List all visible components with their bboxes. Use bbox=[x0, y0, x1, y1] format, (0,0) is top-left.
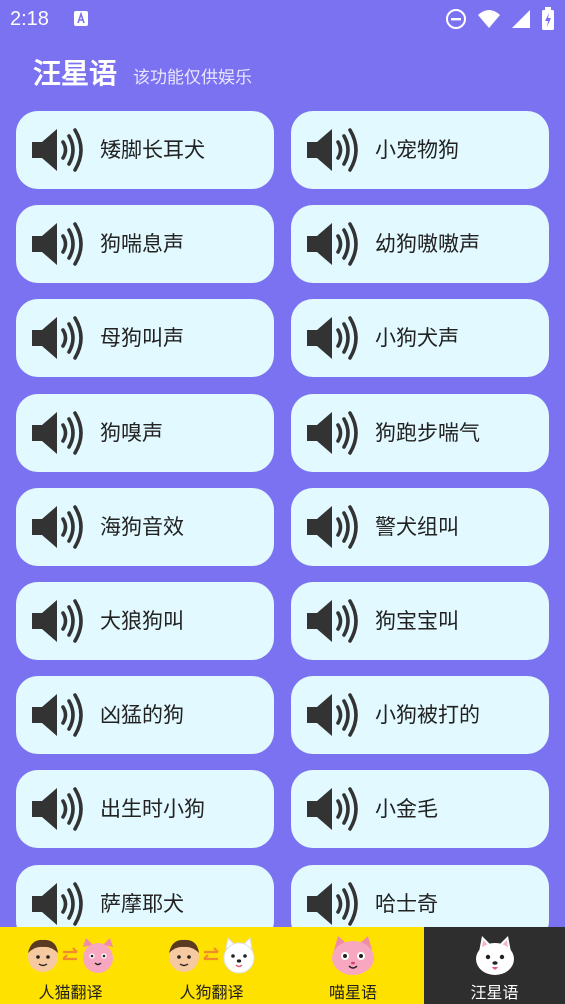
sound-card[interactable]: 小狗犬声 bbox=[291, 299, 549, 377]
speaker-icon bbox=[32, 222, 83, 266]
speaker-icon bbox=[32, 411, 83, 455]
speaker-icon bbox=[307, 787, 358, 831]
nav-human-dog-translate[interactable]: 人狗翻译 bbox=[141, 927, 282, 1004]
human-to-dog-icon bbox=[164, 933, 260, 977]
sound-card-label: 大狼狗叫 bbox=[100, 609, 184, 633]
speaker-icon bbox=[32, 787, 83, 831]
sound-grid: 矮脚长耳犬 小宠物狗狗喘息声 幼狗嗷嗷声母狗叫声 小狗犬声狗嗅声 狗跑步喘气海狗音效 警犬… bbox=[0, 0, 565, 927]
sound-card-label: 出生时小狗 bbox=[100, 797, 205, 821]
sound-card[interactable]: 狗宝宝叫 bbox=[291, 582, 549, 660]
nav-dog-language[interactable]: 汪星语 bbox=[424, 927, 565, 1004]
sound-card-label: 狗跑步喘气 bbox=[375, 421, 480, 445]
speaker-icon bbox=[307, 693, 358, 737]
sound-card-label: 母狗叫声 bbox=[100, 326, 184, 350]
sound-card-label: 矮脚长耳犬 bbox=[100, 138, 205, 162]
speaker-icon bbox=[32, 882, 83, 926]
speaker-icon bbox=[307, 882, 358, 926]
sound-card[interactable]: 海狗音效 bbox=[16, 488, 274, 566]
speaker-icon bbox=[307, 411, 358, 455]
sound-card-label: 凶猛的狗 bbox=[100, 703, 184, 727]
sound-card[interactable]: 哈士奇 bbox=[291, 865, 549, 927]
speaker-icon bbox=[32, 128, 83, 172]
speaker-icon bbox=[307, 599, 358, 643]
bottom-nav: 人猫翻译 人狗翻译 喵星语 汪星语 bbox=[0, 927, 565, 1004]
nav-label: 喵星语 bbox=[328, 983, 377, 1002]
sound-card[interactable]: 小狗被打的 bbox=[291, 676, 549, 754]
sound-card[interactable]: 小宠物狗 bbox=[291, 111, 549, 189]
cat-face-icon bbox=[329, 933, 377, 977]
sound-card-label: 萨摩耶犬 bbox=[100, 892, 184, 916]
sound-card-label: 哈士奇 bbox=[375, 892, 438, 916]
speaker-icon bbox=[32, 693, 83, 737]
dog-face-icon bbox=[473, 933, 517, 977]
sound-card-label: 小宠物狗 bbox=[375, 138, 459, 162]
sound-card[interactable]: 母狗叫声 bbox=[16, 299, 274, 377]
sound-card-label: 狗嗅声 bbox=[100, 421, 163, 445]
speaker-icon bbox=[307, 505, 358, 549]
sound-card-label: 小狗犬声 bbox=[375, 326, 459, 350]
sound-card-label: 狗宝宝叫 bbox=[375, 609, 459, 633]
sound-card-label: 幼狗嗷嗷声 bbox=[375, 232, 480, 256]
sound-card[interactable]: 凶猛的狗 bbox=[16, 676, 274, 754]
sound-card[interactable]: 矮脚长耳犬 bbox=[16, 111, 274, 189]
sound-card[interactable]: 萨摩耶犬 bbox=[16, 865, 274, 927]
sound-card-label: 狗喘息声 bbox=[100, 232, 184, 256]
sound-card[interactable]: 警犬组叫 bbox=[291, 488, 549, 566]
human-to-cat-icon bbox=[23, 933, 119, 977]
speaker-icon bbox=[32, 316, 83, 360]
nav-label: 汪星语 bbox=[470, 983, 519, 1002]
nav-label: 人猫翻译 bbox=[38, 983, 103, 1002]
speaker-icon bbox=[32, 505, 83, 549]
speaker-icon bbox=[307, 128, 358, 172]
sound-card-label: 小金毛 bbox=[375, 797, 438, 821]
sound-card[interactable]: 狗嗅声 bbox=[16, 394, 274, 472]
nav-human-cat-translate[interactable]: 人猫翻译 bbox=[0, 927, 141, 1004]
speaker-icon bbox=[32, 599, 83, 643]
nav-cat-language[interactable]: 喵星语 bbox=[282, 927, 424, 1004]
speaker-icon bbox=[307, 316, 358, 360]
sound-card[interactable]: 小金毛 bbox=[291, 770, 549, 848]
sound-card[interactable]: 狗喘息声 bbox=[16, 205, 274, 283]
sound-card[interactable]: 大狼狗叫 bbox=[16, 582, 274, 660]
sound-card-label: 海狗音效 bbox=[100, 515, 184, 539]
nav-label: 人狗翻译 bbox=[179, 983, 244, 1002]
sound-card[interactable]: 幼狗嗷嗷声 bbox=[291, 205, 549, 283]
speaker-icon bbox=[307, 222, 358, 266]
sound-card[interactable]: 出生时小狗 bbox=[16, 770, 274, 848]
sound-card[interactable]: 狗跑步喘气 bbox=[291, 394, 549, 472]
sound-card-label: 警犬组叫 bbox=[375, 515, 459, 539]
sound-card-label: 小狗被打的 bbox=[375, 703, 480, 727]
